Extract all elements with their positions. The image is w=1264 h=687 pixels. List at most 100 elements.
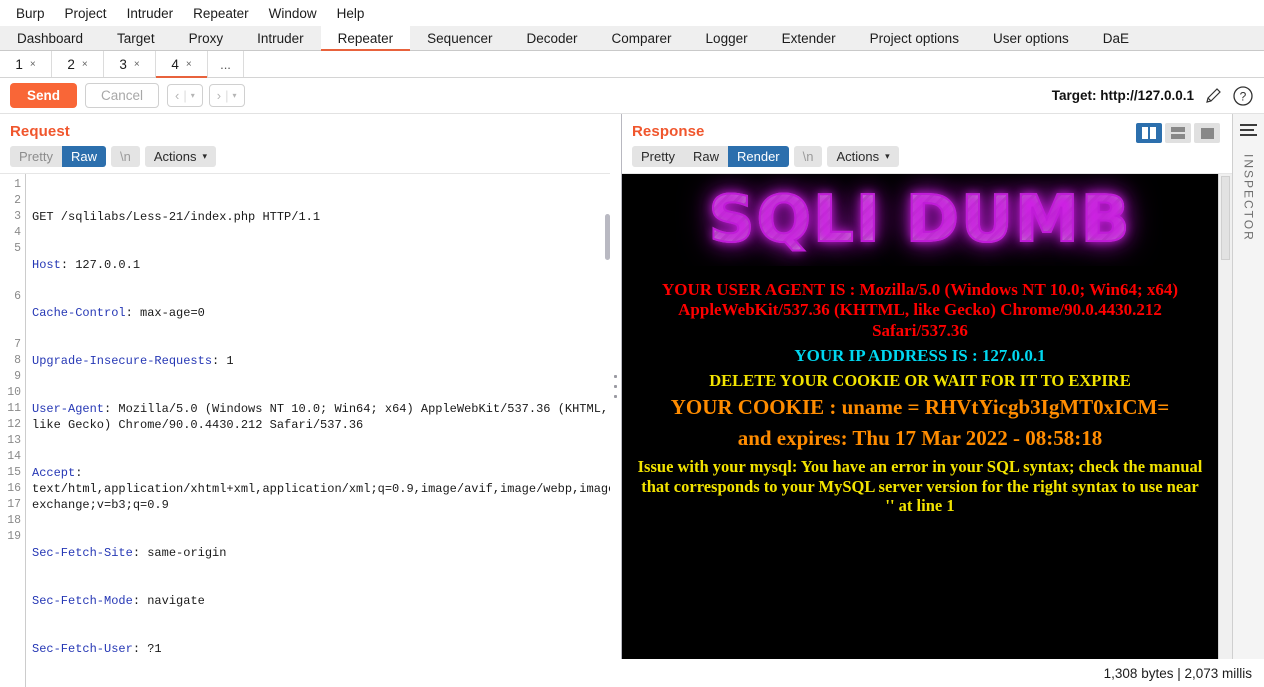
line-number: 11 xyxy=(7,402,21,415)
splitter-grip xyxy=(614,375,617,398)
layout-split-horizontal-button[interactable] xyxy=(1165,123,1191,143)
request-title: Request xyxy=(10,123,70,140)
target-area: Target: http://127.0.0.1 ? xyxy=(1052,85,1254,107)
tab-intruder[interactable]: Intruder xyxy=(240,26,321,50)
request-line-3: Cache-Control: max-age=0 xyxy=(32,306,205,320)
tab-proxy[interactable]: Proxy xyxy=(172,26,241,50)
response-title: Response xyxy=(632,123,705,140)
request-editor[interactable]: 1 2 3 4 5 6 7 8 9 10 11 12 13 14 15 16 1… xyxy=(0,173,610,687)
response-newline-button[interactable]: \n xyxy=(793,146,823,167)
line-number: 4 xyxy=(14,226,21,239)
request-line-5: User-Agent: Mozilla/5.0 (Windows NT 10.0… xyxy=(32,402,609,432)
response-actions-button[interactable]: Actions ▾ xyxy=(827,146,899,167)
status-right-text: 1,308 bytes | 2,073 millis xyxy=(1103,665,1252,681)
line-number: 1 xyxy=(14,178,21,191)
menu-item-burp[interactable]: Burp xyxy=(6,4,55,23)
request-pretty-button[interactable]: Pretty xyxy=(10,146,62,167)
request-raw-button[interactable]: Raw xyxy=(61,146,106,167)
response-render-area[interactable]: SQLI DUMB YOUR USER AGENT IS : Mozilla/5… xyxy=(622,174,1218,659)
tab-project-options[interactable]: Project options xyxy=(853,26,976,50)
menu-item-intruder[interactable]: Intruder xyxy=(117,4,184,23)
request-newline-button[interactable]: \n xyxy=(110,146,140,167)
repeater-tab-overflow[interactable]: ... xyxy=(208,51,244,77)
request-line-7: Sec-Fetch-Site: same-origin xyxy=(32,546,227,560)
tab-dashboard[interactable]: Dashboard xyxy=(0,26,100,50)
layout-split-vertical-button[interactable] xyxy=(1136,123,1162,143)
close-icon[interactable]: × xyxy=(30,59,36,70)
tab-repeater[interactable]: Repeater xyxy=(320,26,411,51)
line-number: 18 xyxy=(7,514,21,527)
line-number: 3 xyxy=(14,210,21,223)
response-scrollbar[interactable] xyxy=(1218,174,1232,659)
inspector-label: INSPECTOR xyxy=(1241,154,1256,242)
burp-suite-window: Burp Project Intruder Repeater Window He… xyxy=(0,0,1264,687)
response-raw-button[interactable]: Raw xyxy=(683,146,728,167)
history-nav-group: ‹ | ▾ › | ▾ xyxy=(167,84,245,107)
ip-address-line: YOUR IP ADDRESS IS : 127.0.0.1 xyxy=(794,346,1046,366)
question-icon[interactable]: ? xyxy=(1232,85,1254,107)
pane-splitter[interactable] xyxy=(610,114,622,659)
repeater-action-bar: Send Cancel ‹ | ▾ › | ▾ Target: http://1… xyxy=(0,78,1264,114)
repeater-tab-2[interactable]: 2 × xyxy=(52,51,104,77)
tab-logger[interactable]: Logger xyxy=(689,26,765,50)
menu-item-window[interactable]: Window xyxy=(259,4,327,23)
line-number: 6 xyxy=(14,290,21,303)
close-icon[interactable]: × xyxy=(134,59,140,70)
request-line-6: Accept: text/html,application/xhtml+xml,… xyxy=(32,466,610,512)
line-number: 13 xyxy=(7,434,21,447)
request-actions-button[interactable]: Actions ▾ xyxy=(144,146,216,167)
tab-extender[interactable]: Extender xyxy=(765,26,853,50)
history-forward-button[interactable]: › | ▾ xyxy=(208,84,245,107)
close-icon[interactable]: × xyxy=(82,59,88,70)
cancel-button[interactable]: Cancel xyxy=(85,83,160,108)
banner-text: SQLI DUMB xyxy=(708,182,1132,258)
repeater-tab-2-label: 2 xyxy=(67,56,75,72)
tab-target[interactable]: Target xyxy=(100,26,172,50)
tab-dae[interactable]: DaE xyxy=(1086,26,1146,50)
repeater-tab-1-label: 1 xyxy=(15,56,23,72)
delete-cookie-line: DELETE YOUR COOKIE OR WAIT FOR IT TO EXP… xyxy=(709,370,1131,390)
layout-single-pane-button[interactable] xyxy=(1194,123,1220,143)
sql-error-line: Issue with your mysql: You have an error… xyxy=(637,456,1203,516)
sqli-dumb-banner: SQLI DUMB xyxy=(622,174,1218,266)
request-actions-label: Actions xyxy=(153,149,197,164)
history-back-button[interactable]: ‹ | ▾ xyxy=(167,84,203,107)
request-line-2: Host: 127.0.0.1 xyxy=(32,258,141,272)
close-icon[interactable]: × xyxy=(186,59,192,70)
tab-decoder[interactable]: Decoder xyxy=(509,26,594,50)
menu-item-help[interactable]: Help xyxy=(327,4,375,23)
line-number: 14 xyxy=(7,450,21,463)
tab-user-options[interactable]: User options xyxy=(976,26,1086,50)
request-scrollbar[interactable] xyxy=(605,214,610,260)
response-render-wrap: SQLI DUMB YOUR USER AGENT IS : Mozilla/5… xyxy=(622,173,1232,659)
chevron-down-icon: ▾ xyxy=(885,151,890,161)
menu-item-project[interactable]: Project xyxy=(55,4,117,23)
scrollbar-thumb[interactable] xyxy=(1221,176,1230,260)
cookie-expires-line: and expires: Thu 17 Mar 2022 - 08:58:18 xyxy=(737,425,1103,450)
hamburger-icon[interactable] xyxy=(1240,114,1257,136)
response-render-button[interactable]: Render xyxy=(727,146,789,167)
request-line-1: GET /sqlilabs/Less-21/index.php HTTP/1.1 xyxy=(32,209,610,225)
repeater-tab-3[interactable]: 3 × xyxy=(104,51,156,77)
tab-comparer[interactable]: Comparer xyxy=(595,26,689,50)
line-number: 10 xyxy=(7,386,21,399)
chevron-down-icon: ▾ xyxy=(232,91,237,100)
repeater-tab-filler xyxy=(244,51,1264,77)
inspector-rail[interactable]: INSPECTOR xyxy=(1232,114,1264,659)
tab-sequencer[interactable]: Sequencer xyxy=(410,26,509,50)
response-view-toggle: Pretty Raw Render xyxy=(632,146,789,167)
request-line-4: Upgrade-Insecure-Requests: 1 xyxy=(32,354,234,368)
repeater-tab-4[interactable]: 4 × xyxy=(156,51,208,78)
response-actions-label: Actions xyxy=(836,149,880,164)
repeater-tab-4-label: 4 xyxy=(171,56,179,72)
cookie-line: YOUR COOKIE : uname = RHVtYicgb3IgMT0xIC… xyxy=(670,395,1170,420)
repeater-tab-strip: 1 × 2 × 3 × 4 × ... xyxy=(0,51,1264,78)
menu-item-repeater[interactable]: Repeater xyxy=(183,4,259,23)
line-number: 17 xyxy=(7,498,21,511)
send-button[interactable]: Send xyxy=(10,83,78,108)
svg-text:?: ? xyxy=(1240,89,1247,103)
repeater-tab-1[interactable]: 1 × xyxy=(0,51,52,77)
response-pretty-button[interactable]: Pretty xyxy=(632,146,684,167)
request-raw-text[interactable]: GET /sqlilabs/Less-21/index.php HTTP/1.1… xyxy=(26,174,610,687)
pencil-icon[interactable] xyxy=(1203,86,1223,106)
